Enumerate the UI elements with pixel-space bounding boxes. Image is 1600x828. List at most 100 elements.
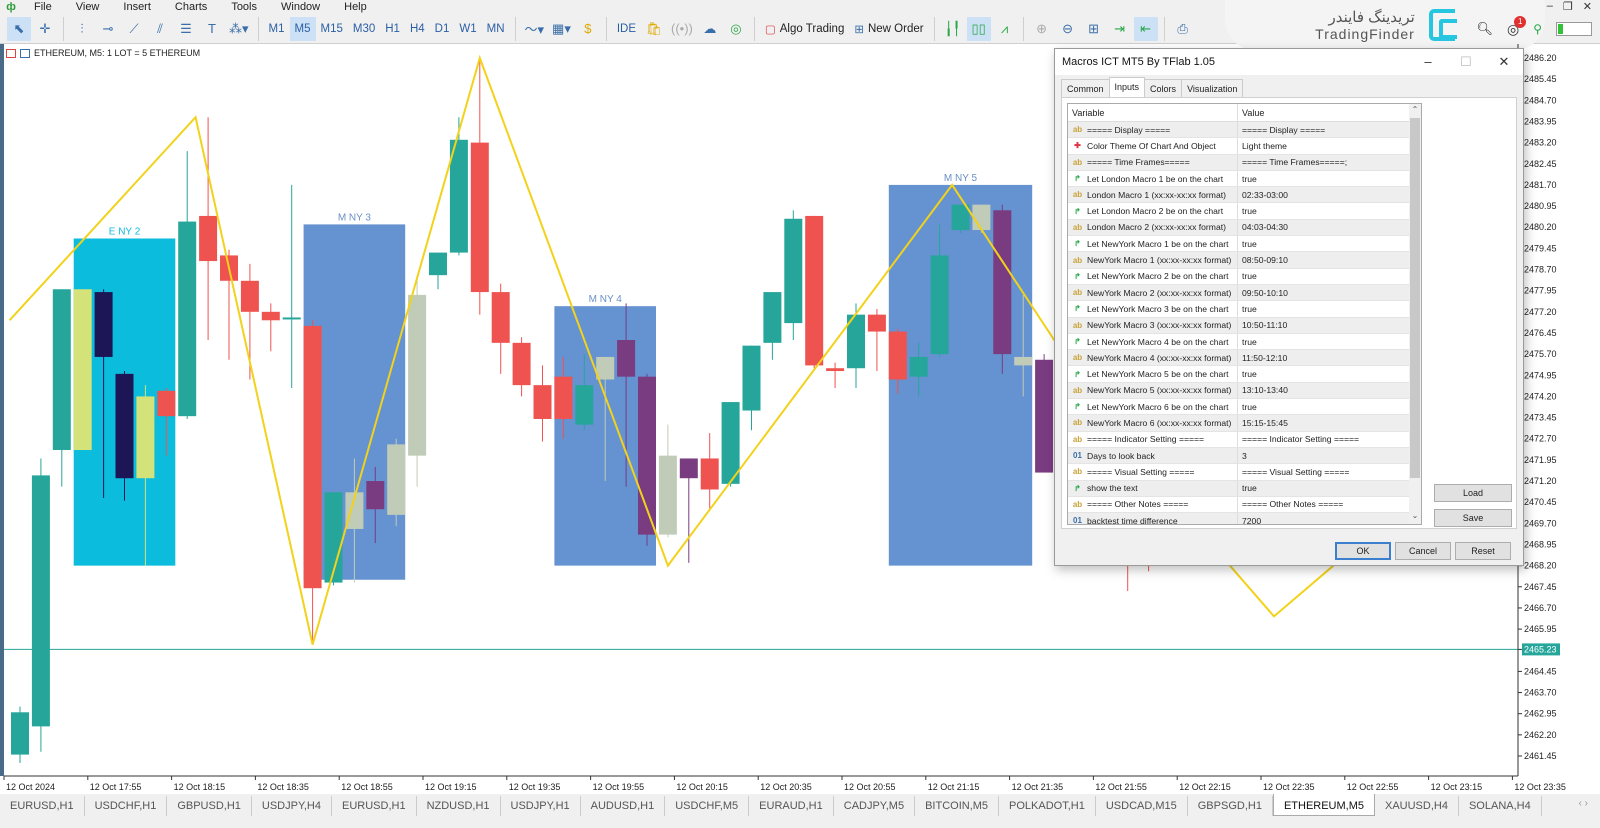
input-value-cell[interactable]: true: [1238, 399, 1257, 414]
timeframe-m1[interactable]: M1: [264, 17, 290, 41]
dialog-maximize-icon[interactable]: ☐: [1447, 54, 1485, 70]
chart-properties-icon[interactable]: [20, 48, 30, 58]
symbol-tab[interactable]: USDCHF,M5: [665, 796, 750, 816]
cursor-tool-icon[interactable]: ⬉: [7, 16, 31, 41]
dialog-minimize-icon[interactable]: –: [1409, 54, 1447, 70]
load-button[interactable]: Load: [1434, 484, 1512, 502]
input-value-cell[interactable]: true: [1238, 171, 1257, 186]
notifications-button[interactable]: ◎ 1: [1507, 15, 1527, 38]
input-row[interactable]: ↱ Let NewYork Macro 6 be on the chart true: [1068, 399, 1421, 416]
input-value-cell[interactable]: true: [1238, 334, 1257, 349]
input-row[interactable]: ab NewYork Macro 3 (xx:xx-xx:xx format) 10…: [1068, 317, 1421, 334]
input-value-cell[interactable]: 11:50-12:10: [1238, 350, 1287, 365]
ok-button[interactable]: OK: [1335, 542, 1391, 560]
input-value-cell[interactable]: true: [1238, 203, 1257, 218]
input-row[interactable]: ↱ Let NewYork Macro 1 be on the chart true: [1068, 236, 1421, 253]
scrollbar-thumb[interactable]: [1410, 118, 1420, 478]
one-click-trading-icon[interactable]: [6, 48, 16, 58]
input-row[interactable]: ↱ Let London Macro 2 be on the chart true: [1068, 203, 1421, 220]
timeframe-m30[interactable]: M30: [348, 17, 380, 41]
tile-windows-icon[interactable]: ⊞: [1082, 17, 1106, 41]
input-row[interactable]: ab London Macro 1 (xx:xx-xx:xx format) 02:…: [1068, 187, 1421, 204]
symbol-tab[interactable]: AUDUSD,H1: [581, 796, 666, 816]
ide-button[interactable]: IDE: [612, 17, 641, 41]
input-value-cell[interactable]: true: [1238, 236, 1257, 251]
input-value-cell[interactable]: true: [1238, 366, 1257, 381]
dialog-close-icon[interactable]: ✕: [1485, 54, 1523, 70]
symbol-tab[interactable]: USDJPY,H4: [252, 796, 332, 816]
symbol-tab[interactable]: ETHEREUM,M5: [1272, 794, 1375, 816]
menu-view[interactable]: View: [64, 1, 112, 13]
vps-cloud-icon[interactable]: ☁: [698, 17, 722, 41]
input-value-cell[interactable]: 13:10-13:40: [1238, 383, 1288, 398]
symbol-tab[interactable]: BITCOIN,M5: [915, 796, 1000, 816]
symbol-tab[interactable]: POLKADOT,H1: [999, 796, 1096, 816]
input-value-cell[interactable]: 02:33-03:00: [1238, 187, 1288, 202]
input-value-cell[interactable]: true: [1238, 481, 1257, 496]
input-value-cell[interactable]: ===== Display =====: [1238, 122, 1325, 137]
input-value-cell[interactable]: 04:03-04:30: [1238, 220, 1288, 235]
input-row[interactable]: ab London Macro 2 (xx:xx-xx:xx format) 04:…: [1068, 219, 1421, 237]
indicators-icon[interactable]: ▦▾: [549, 17, 574, 41]
restore-icon[interactable]: ❐: [1563, 0, 1573, 14]
input-value-cell[interactable]: 7200: [1238, 513, 1261, 524]
input-row[interactable]: 01 Days to look back 3: [1068, 447, 1421, 465]
scroll-down-icon[interactable]: ⌄: [1409, 511, 1421, 523]
input-value-cell[interactable]: 3: [1238, 448, 1247, 463]
input-row[interactable]: ↱ show the text true: [1068, 480, 1421, 497]
timeframe-m15[interactable]: M15: [316, 17, 348, 41]
input-row[interactable]: ↱ Let NewYork Macro 5 be on the chart true: [1068, 366, 1421, 383]
market-bag-icon[interactable]: 🛍: [642, 17, 666, 41]
algo-trading-button[interactable]: ▢ Algo Trading: [760, 17, 849, 41]
input-value-cell[interactable]: Light theme: [1238, 138, 1287, 153]
copy-trading-icon[interactable]: ◎: [724, 17, 748, 41]
bar-chart-icon[interactable]: ╽╿: [941, 17, 965, 41]
input-value-cell[interactable]: ===== Visual Setting =====: [1238, 464, 1349, 479]
line-chart-icon[interactable]: ⩘: [993, 17, 1017, 41]
input-row[interactable]: 01 backtest time difference 7200: [1068, 513, 1421, 524]
save-button[interactable]: Save: [1434, 509, 1512, 527]
dialog-title-bar[interactable]: Macros ICT MT5 By TFlab 1.05 – ☐ ✕: [1055, 49, 1523, 75]
input-value-cell[interactable]: true: [1238, 269, 1257, 284]
chart-type-icon[interactable]: 〜▾: [522, 17, 548, 41]
symbol-tab[interactable]: XAUUSD,H4: [1375, 796, 1459, 816]
inputs-grid-scrollbar[interactable]: ⌃ ⌄: [1409, 104, 1421, 524]
timeframe-w1[interactable]: W1: [454, 17, 481, 41]
input-value-cell[interactable]: ===== Time Frames=====;: [1238, 155, 1347, 170]
crosshair-tool-icon[interactable]: ✛: [33, 17, 57, 41]
input-row[interactable]: ↱ Let NewYork Macro 4 be on the chart true: [1068, 333, 1421, 351]
symbol-tab[interactable]: EURUSD,H1: [332, 796, 417, 816]
symbol-tab[interactable]: SOLANA,H4: [1459, 796, 1542, 816]
input-value-cell[interactable]: ===== Indicator Setting =====: [1238, 432, 1359, 447]
menu-tools[interactable]: Tools: [219, 1, 269, 13]
input-row[interactable]: ✚ Color Theme Of Chart And Object Light th…: [1068, 138, 1421, 155]
input-value-cell[interactable]: 15:15-15:45: [1238, 415, 1288, 430]
column-header-variable[interactable]: Variable: [1068, 104, 1238, 121]
input-value-cell[interactable]: true: [1238, 301, 1257, 316]
text-tool-icon[interactable]: T: [200, 17, 224, 41]
search-icon[interactable]: 🔍︎: [1476, 21, 1493, 37]
symbol-tab[interactable]: USDCHF,H1: [85, 796, 168, 816]
tab-scroll-arrows-icon[interactable]: ‹ ›: [1579, 794, 1588, 809]
shapes-tool-icon[interactable]: ⁂▾: [226, 17, 252, 41]
symbol-tab[interactable]: CADJPY,M5: [834, 796, 916, 816]
menu-help[interactable]: Help: [332, 1, 379, 13]
cancel-button[interactable]: Cancel: [1395, 542, 1451, 560]
symbol-tab[interactable]: EURUSD,H1: [0, 796, 85, 816]
column-header-value[interactable]: Value: [1238, 104, 1268, 121]
dialog-tab-inputs[interactable]: Inputs: [1108, 77, 1146, 98]
new-order-button[interactable]: ⊞ New Order: [849, 17, 928, 41]
timeframe-d1[interactable]: D1: [430, 17, 455, 41]
symbol-tab[interactable]: GBPSGD,H1: [1188, 796, 1273, 816]
menu-charts[interactable]: Charts: [163, 1, 219, 13]
symbol-tab[interactable]: USDJPY,H1: [501, 796, 581, 816]
input-row[interactable]: ab NewYork Macro 2 (xx:xx-xx:xx format) 09…: [1068, 284, 1421, 302]
timeframe-m5[interactable]: M5: [289, 16, 316, 41]
input-value-cell[interactable]: 10:50-11:10: [1238, 318, 1287, 333]
input-row[interactable]: ab NewYork Macro 6 (xx:xx-xx:xx format) 15…: [1068, 415, 1421, 432]
minimize-icon[interactable]: –: [1547, 0, 1553, 14]
menu-file[interactable]: File: [22, 1, 64, 13]
timeframe-h4[interactable]: H4: [405, 17, 430, 41]
input-row[interactable]: ab ===== Display ===== ===== Display =====: [1068, 122, 1421, 139]
signals-icon[interactable]: ((•)): [668, 17, 696, 41]
